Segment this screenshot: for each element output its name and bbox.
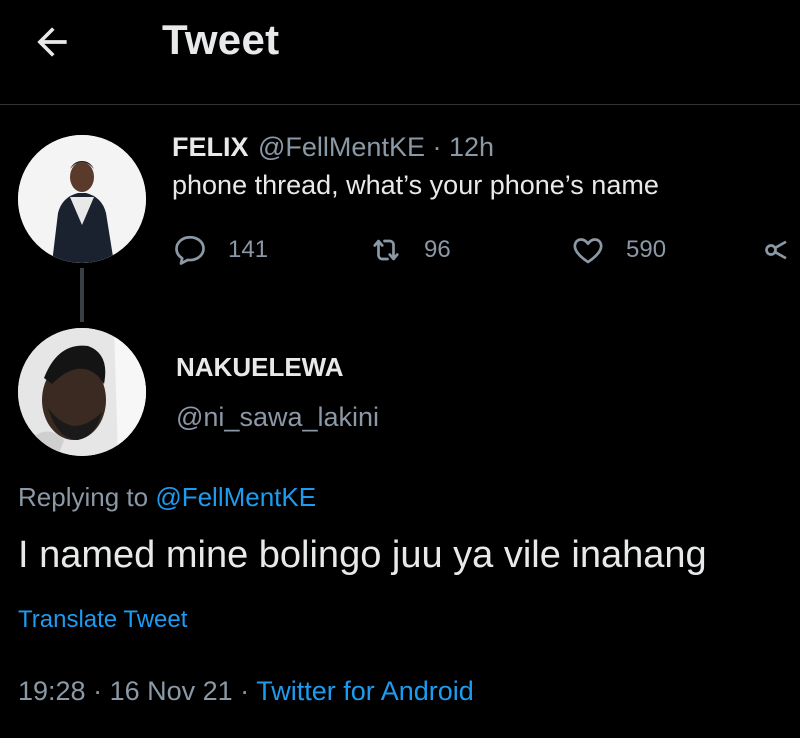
author-name[interactable]: FELIX <box>172 132 249 163</box>
retweet-button[interactable]: 96 <box>368 232 451 268</box>
tweet-time: · 12h <box>432 132 495 162</box>
tweet-text: I named mine bolingo juu ya vile inahang <box>18 534 707 576</box>
author-handle[interactable]: @FellMentKE <box>258 132 425 162</box>
separator: · <box>232 676 257 706</box>
replying-label: Replying to <box>18 482 156 512</box>
tweet-meta: 19:28 · 16 Nov 21 · Twitter for Android <box>18 676 474 707</box>
separator: · <box>85 676 110 706</box>
back-button[interactable] <box>30 20 82 64</box>
author-name[interactable]: NAKUELEWA <box>176 352 344 383</box>
author-handle[interactable]: @ni_sawa_lakini <box>176 402 379 433</box>
page-title: Tweet <box>162 16 280 63</box>
translate-tweet-link[interactable]: Translate Tweet <box>18 606 187 634</box>
reply-count: 141 <box>228 236 269 263</box>
retweet-icon <box>373 239 399 261</box>
like-count: 590 <box>626 236 667 263</box>
heart-icon <box>573 238 603 264</box>
retweet-count: 96 <box>424 236 451 263</box>
reply-icon <box>175 235 205 265</box>
replying-to-link[interactable]: @FellMentKE <box>155 482 316 512</box>
share-button[interactable] <box>762 232 798 268</box>
tweet-date: 16 Nov 21 <box>109 676 233 706</box>
tweet-source-link[interactable]: Twitter for Android <box>256 676 474 706</box>
top-bar <box>0 0 800 105</box>
replying-to: Replying to @FellMentKE <box>18 482 316 513</box>
tweet-time: 19:28 <box>18 676 86 706</box>
avatar[interactable] <box>18 135 146 263</box>
like-button[interactable]: 590 <box>570 232 666 268</box>
author-handle-time[interactable]: @FellMentKE · 12h <box>258 132 494 163</box>
thread-line <box>80 268 84 322</box>
avatar[interactable] <box>18 328 146 456</box>
share-icon <box>765 240 787 260</box>
tweet-text: phone thread, what’s your phone’s name <box>172 170 659 200</box>
arrow-left-icon <box>37 27 67 57</box>
reply-button[interactable]: 141 <box>172 232 268 268</box>
